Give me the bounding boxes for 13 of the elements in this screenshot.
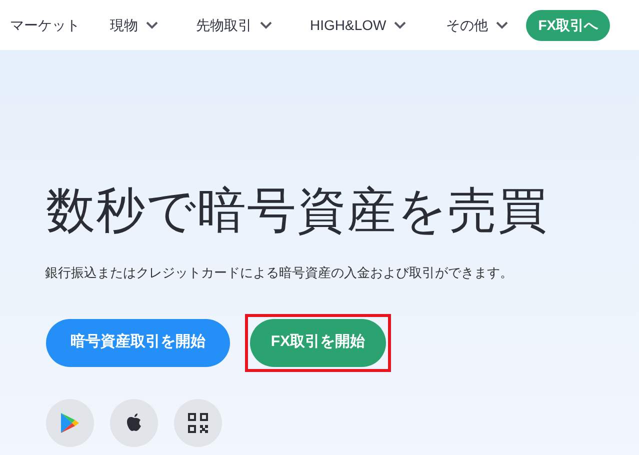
qr-code-button[interactable]: [174, 398, 222, 446]
nav-link[interactable]: 先物取引: [196, 14, 272, 36]
apple-icon: [126, 413, 142, 432]
nav-link[interactable]: 現物: [110, 14, 158, 36]
nav-link[interactable]: マーケット: [10, 14, 80, 36]
qr-code-icon: [188, 412, 208, 432]
nav-link[interactable]: HIGH&LOW: [310, 14, 406, 36]
google-play-icon: [60, 412, 80, 434]
hero-heading: 数秒で暗号資産を売買: [46, 183, 549, 240]
apple-button[interactable]: [110, 398, 158, 446]
google-play-button[interactable]: [46, 398, 94, 446]
nav-link[interactable]: その他: [446, 14, 508, 36]
hero-description: 銀行振込またはクレジットカードによる暗号資産の入金および取引ができます。: [45, 264, 514, 282]
